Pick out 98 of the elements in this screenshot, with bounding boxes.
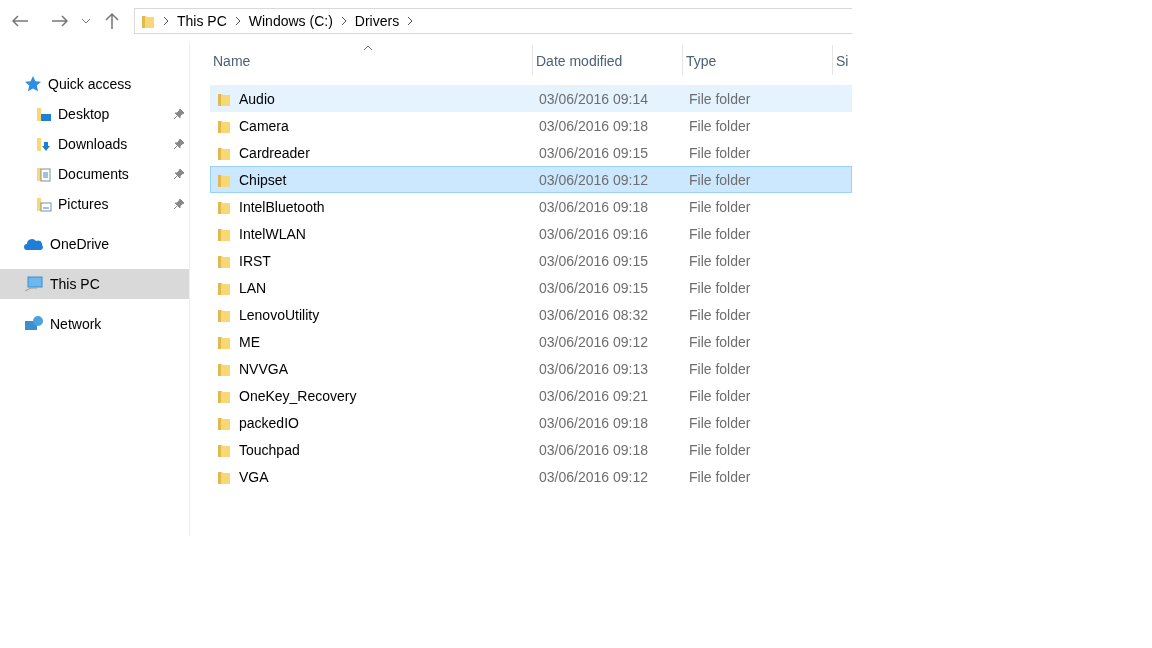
computer-icon bbox=[24, 276, 44, 292]
folder-icon bbox=[141, 13, 155, 29]
file-row[interactable]: NVVGA 03/06/2016 09:13 File folder bbox=[210, 355, 852, 382]
file-row[interactable]: IntelWLAN 03/06/2016 09:16 File folder bbox=[210, 220, 852, 247]
type-cell-text: File folder bbox=[688, 252, 752, 269]
chevron-right-icon bbox=[234, 16, 241, 26]
type-cell-text: File folder bbox=[688, 117, 752, 134]
forward-arrow-icon bbox=[51, 15, 69, 27]
file-row[interactable]: packedIO 03/06/2016 09:18 File folder bbox=[210, 409, 852, 436]
desktop-folder-icon bbox=[36, 106, 52, 122]
file-name: OneKey_Recovery bbox=[239, 387, 357, 404]
network-icon bbox=[24, 315, 44, 333]
file-name: LenovoUtility bbox=[239, 306, 320, 323]
sidebar-item[interactable]: Desktop bbox=[0, 99, 189, 129]
file-row[interactable]: VGA 03/06/2016 09:12 File folder bbox=[210, 463, 852, 490]
breadcrumb-item[interactable]: This PC bbox=[177, 13, 227, 29]
documents-folder-icon bbox=[36, 166, 52, 182]
chevron-right-icon bbox=[340, 16, 347, 26]
date-cell-text: 03/06/2016 09:18 bbox=[538, 117, 649, 134]
file-name: LAN bbox=[239, 279, 267, 296]
pin-icon[interactable] bbox=[173, 168, 185, 180]
type-cell-text: File folder bbox=[688, 198, 752, 215]
file-name: IntelWLAN bbox=[239, 225, 306, 242]
sidebar-item[interactable]: Documents bbox=[0, 159, 189, 189]
type-cell-text: File folder bbox=[688, 171, 752, 188]
file-name: VGA bbox=[239, 468, 269, 485]
date-cell-text: 03/06/2016 09:15 bbox=[538, 144, 649, 161]
column-header[interactable]: Date modified bbox=[532, 45, 682, 75]
downloads-folder-icon bbox=[36, 136, 52, 152]
file-row[interactable]: Audio 03/06/2016 09:14 File folder bbox=[210, 85, 852, 112]
file-name: packedIO bbox=[239, 414, 299, 431]
date-cell-text: 03/06/2016 09:18 bbox=[538, 414, 649, 431]
file-row[interactable]: LenovoUtility 03/06/2016 08:32 File folder bbox=[210, 301, 852, 328]
file-name: Touchpad bbox=[239, 441, 300, 458]
pictures-folder-icon bbox=[36, 196, 52, 212]
back-arrow-icon bbox=[11, 15, 29, 27]
chevron-right-icon bbox=[407, 16, 414, 26]
breadcrumb-item[interactable]: Drivers bbox=[354, 13, 400, 29]
file-name: Cardreader bbox=[239, 144, 310, 161]
type-cell-text: File folder bbox=[688, 306, 752, 323]
file-row[interactable]: IntelBluetooth 03/06/2016 09:18 File folder bbox=[210, 193, 852, 220]
file-name: IRST bbox=[239, 252, 271, 269]
type-cell-text: File folder bbox=[688, 90, 752, 107]
sidebar-item[interactable]: Network bbox=[0, 309, 189, 339]
type-cell-text: File folder bbox=[688, 468, 752, 485]
date-cell-text: 03/06/2016 09:12 bbox=[538, 468, 649, 485]
pin-icon[interactable] bbox=[173, 198, 185, 210]
column-header[interactable]: Type bbox=[682, 45, 832, 75]
breadcrumb-item[interactable]: Windows (C:) bbox=[248, 13, 333, 29]
date-cell-text: 03/06/2016 09:21 bbox=[538, 387, 649, 404]
date-cell-text: 03/06/2016 09:18 bbox=[538, 441, 649, 458]
file-name: Chipset bbox=[239, 171, 287, 188]
type-cell-text: File folder bbox=[688, 144, 752, 161]
column-header[interactable]: Name bbox=[210, 45, 532, 75]
date-cell-text: 03/06/2016 09:12 bbox=[538, 333, 649, 350]
date-cell-text: 03/06/2016 09:12 bbox=[538, 171, 649, 188]
sidebar-item[interactable]: Pictures bbox=[0, 189, 189, 219]
file-row[interactable]: Camera 03/06/2016 09:18 File folder bbox=[210, 112, 852, 139]
file-row[interactable]: Cardreader 03/06/2016 09:15 File folder bbox=[210, 139, 852, 166]
date-cell-text: 03/06/2016 09:15 bbox=[538, 279, 649, 296]
type-cell-text: File folder bbox=[688, 225, 752, 242]
chevron-right-icon bbox=[163, 16, 169, 26]
date-cell-text: 03/06/2016 09:14 bbox=[538, 90, 649, 107]
sidebar-item[interactable]: Downloads bbox=[0, 129, 189, 159]
chevron-down-icon bbox=[81, 18, 91, 24]
file-name: ME bbox=[239, 333, 260, 350]
file-row[interactable]: OneKey_Recovery 03/06/2016 09:21 File folder bbox=[210, 382, 852, 409]
type-cell-text: File folder bbox=[688, 333, 752, 350]
date-cell-text: 03/06/2016 08:32 bbox=[538, 306, 649, 323]
type-cell-text: File folder bbox=[688, 360, 752, 377]
sidebar-item[interactable]: This PC bbox=[0, 269, 189, 299]
date-cell-text: 03/06/2016 09:13 bbox=[538, 360, 649, 377]
sort-ascending-icon bbox=[363, 45, 373, 51]
cloud-icon bbox=[24, 237, 44, 251]
column-header[interactable]: Si bbox=[832, 45, 852, 75]
up-arrow-icon bbox=[105, 12, 119, 30]
date-cell-text: 03/06/2016 09:15 bbox=[538, 252, 649, 269]
star-icon bbox=[24, 75, 42, 93]
type-cell-text: File folder bbox=[688, 387, 752, 404]
pin-icon[interactable] bbox=[173, 108, 185, 120]
type-cell-text: File folder bbox=[688, 414, 752, 431]
sidebar-item[interactable]: OneDrive bbox=[0, 229, 189, 259]
file-row[interactable]: LAN 03/06/2016 09:15 File folder bbox=[210, 274, 852, 301]
pin-icon[interactable] bbox=[173, 138, 185, 150]
file-name: NVVGA bbox=[239, 360, 288, 377]
address-bar[interactable]: This PC Windows (C:) Drivers bbox=[134, 8, 852, 34]
date-cell-text: 03/06/2016 09:18 bbox=[538, 198, 649, 215]
type-cell-text: File folder bbox=[688, 441, 752, 458]
date-cell-text: 03/06/2016 09:16 bbox=[538, 225, 649, 242]
sidebar-item[interactable]: Quick access bbox=[0, 69, 189, 99]
file-name: Camera bbox=[239, 117, 289, 134]
file-row[interactable]: IRST 03/06/2016 09:15 File folder bbox=[210, 247, 852, 274]
file-row[interactable]: Chipset 03/06/2016 09:12 File folder bbox=[210, 166, 852, 193]
file-name: IntelBluetooth bbox=[239, 198, 325, 215]
file-row[interactable]: Touchpad 03/06/2016 09:18 File folder bbox=[210, 436, 852, 463]
file-row[interactable]: ME 03/06/2016 09:12 File folder bbox=[210, 328, 852, 355]
file-name: Audio bbox=[239, 90, 275, 107]
type-cell-text: File folder bbox=[688, 279, 752, 296]
